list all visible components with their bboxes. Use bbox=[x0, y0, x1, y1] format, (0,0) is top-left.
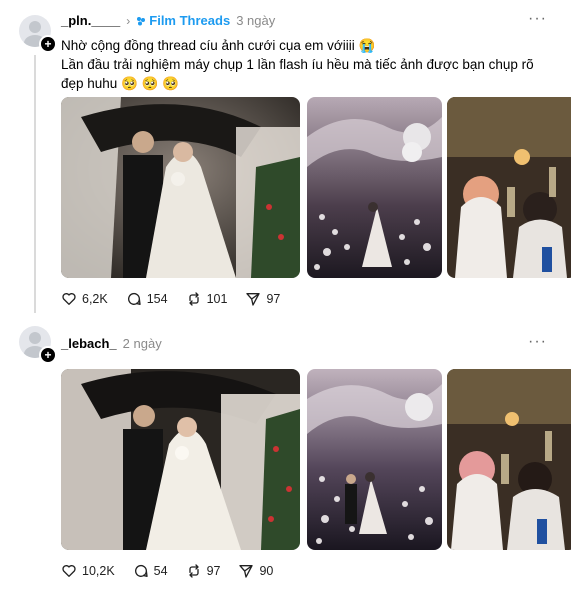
repost-button[interactable]: 97 bbox=[186, 563, 221, 579]
post-text-line-2: Lần đầu trải nghiệm máy chụp 1 lần flash… bbox=[61, 57, 534, 72]
post-text: Nhờ cộng đồng thread cíu ảnh cưới cụa em… bbox=[61, 36, 541, 93]
like-button[interactable]: 6,2K bbox=[61, 291, 108, 307]
comment-count: 154 bbox=[146, 292, 168, 306]
share-count: 97 bbox=[266, 292, 281, 306]
more-icon[interactable]: ··· bbox=[528, 10, 547, 28]
follow-plus-icon[interactable]: + bbox=[39, 346, 57, 364]
repost-icon bbox=[188, 292, 199, 306]
like-button[interactable]: 10,2K bbox=[61, 563, 115, 579]
avatar[interactable]: + bbox=[19, 15, 57, 53]
comment-button[interactable]: 54 bbox=[133, 563, 168, 579]
post-text-line-3: đẹp huhu 🥺 🥺 🥺 bbox=[61, 76, 179, 91]
follow-plus-icon[interactable]: + bbox=[39, 35, 57, 53]
comment-icon bbox=[127, 292, 141, 305]
community-link[interactable]: Film Threads bbox=[136, 13, 230, 28]
photo-couple-ceremony[interactable] bbox=[61, 369, 300, 550]
post-header: _lebach_ 2 ngày bbox=[61, 336, 162, 351]
photo-guests-toast[interactable] bbox=[447, 369, 571, 550]
chevron-right-icon: › bbox=[126, 13, 131, 28]
more-icon[interactable]: ··· bbox=[528, 333, 547, 351]
comment-count: 54 bbox=[153, 564, 168, 578]
share-button[interactable]: 97 bbox=[245, 291, 280, 307]
like-count: 10,2K bbox=[82, 564, 115, 578]
post-text-line-1: Nhờ cộng đồng thread cíu ảnh cưới cụa em… bbox=[61, 38, 376, 53]
timestamp: 3 ngày bbox=[236, 13, 276, 28]
share-count: 90 bbox=[259, 564, 274, 578]
repost-icon bbox=[188, 564, 199, 578]
community-icon bbox=[137, 16, 146, 25]
share-icon bbox=[239, 565, 254, 578]
avatar[interactable]: + bbox=[19, 326, 57, 364]
heart-icon bbox=[62, 565, 76, 577]
heart-icon bbox=[62, 293, 76, 305]
repost-count: 101 bbox=[206, 292, 228, 306]
photo-venue-stage[interactable] bbox=[307, 97, 442, 278]
community-name: Film Threads bbox=[149, 13, 231, 28]
repost-count: 97 bbox=[206, 564, 221, 578]
thread-line bbox=[34, 55, 36, 313]
username[interactable]: _pln.____ bbox=[61, 13, 120, 28]
photo-carousel[interactable] bbox=[61, 97, 571, 278]
photo-couple-ceremony[interactable] bbox=[61, 97, 300, 278]
share-button[interactable]: 90 bbox=[238, 563, 273, 579]
post-header: _pln.____ › Film Threads 3 ngày bbox=[61, 13, 275, 28]
share-icon bbox=[246, 293, 261, 306]
comment-icon bbox=[134, 564, 148, 577]
repost-button[interactable]: 101 bbox=[186, 291, 228, 307]
username[interactable]: _lebach_ bbox=[61, 336, 117, 351]
like-count: 6,2K bbox=[82, 292, 108, 306]
photo-carousel[interactable] bbox=[61, 369, 571, 550]
photo-guests-toast[interactable] bbox=[447, 97, 571, 278]
action-bar: 6,2K 154 101 97 bbox=[61, 291, 280, 307]
timestamp: 2 ngày bbox=[122, 336, 162, 351]
comment-button[interactable]: 154 bbox=[126, 291, 168, 307]
action-bar: 10,2K 54 97 90 bbox=[61, 563, 273, 579]
photo-venue-stage[interactable] bbox=[307, 369, 442, 550]
